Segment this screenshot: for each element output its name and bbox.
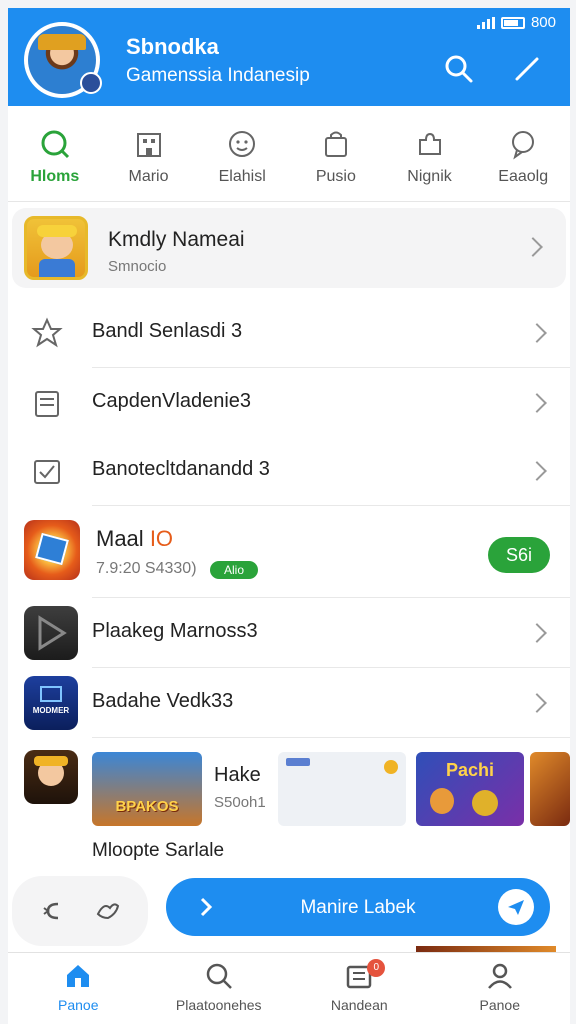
search-icon[interactable] xyxy=(444,54,474,84)
featured-title-accent: IO xyxy=(149,526,174,551)
profile-name: Kmdly Nameai xyxy=(108,228,245,251)
media-caption: Mloopte Sarlale xyxy=(92,840,225,861)
chevron-right-icon xyxy=(523,237,543,257)
list-item[interactable]: Bandl Senlasdi 3 xyxy=(8,298,570,368)
tab-mario[interactable]: Mario xyxy=(102,106,196,201)
checkbox-icon xyxy=(34,460,60,484)
star-icon xyxy=(31,317,63,348)
tab-label: Hloms xyxy=(30,168,80,185)
avatar[interactable] xyxy=(24,22,102,98)
nav-label: Nandean xyxy=(330,997,388,1013)
featured-title: Maal xyxy=(96,526,144,551)
media-thumbnail[interactable]: Pachi xyxy=(416,752,524,826)
list-item-label: CapdenVladenie3 xyxy=(92,390,252,412)
list-item[interactable]: CapdenVladenie3 xyxy=(8,368,570,438)
list-item[interactable]: MODMER Badahe Vedk33 xyxy=(8,668,570,738)
tab-nignik[interactable]: Nignik xyxy=(383,106,477,201)
page-title: Sbnodka xyxy=(126,34,219,59)
bird-icon[interactable] xyxy=(94,896,122,924)
action-left-group xyxy=(12,876,148,946)
list-item-label: Bandl Senlasdi 3 xyxy=(92,320,243,342)
nav-profile[interactable]: Panoe xyxy=(430,953,571,1024)
get-button[interactable]: S6i xyxy=(488,537,550,573)
smiley-icon xyxy=(229,131,256,157)
puzzle-icon xyxy=(418,132,441,155)
game-icon[interactable] xyxy=(24,750,78,804)
tab-home[interactable]: Hloms xyxy=(8,106,102,201)
nav-inbox[interactable]: 0 Nandean xyxy=(289,953,430,1024)
game-icon xyxy=(24,520,80,580)
list-item-label: Banotecltdanandd 3 xyxy=(92,458,270,480)
tab-pusio[interactable]: Pusio xyxy=(289,106,383,201)
media-thumbnail[interactable] xyxy=(530,752,570,826)
back-icon[interactable] xyxy=(40,898,66,924)
chevron-right-icon xyxy=(527,393,547,413)
notebook-icon xyxy=(35,391,59,417)
featured-game-row[interactable]: Maal IO 7.9:20 S4330) Alio S6i xyxy=(8,508,570,598)
game-icon xyxy=(24,606,78,660)
game-avatar-icon xyxy=(24,216,88,280)
primary-action-label: Manire Labek xyxy=(300,897,416,918)
nav-home[interactable]: Panoe xyxy=(8,953,149,1024)
search-icon xyxy=(206,963,232,989)
game-icon: MODMER xyxy=(24,676,78,730)
featured-meta: 7.9:20 S4330) xyxy=(96,560,197,577)
tab-elahisl[interactable]: Elahisl xyxy=(195,106,289,201)
chat-icon xyxy=(512,131,535,160)
search-icon xyxy=(41,130,69,159)
building-icon xyxy=(136,133,161,157)
tab-label: Elahisl xyxy=(218,168,266,185)
primary-action-button[interactable]: Manire Labek xyxy=(166,878,550,936)
app-screen: 800 Sbnodka Gamenssia Indanesip Hloms Ma… xyxy=(8,8,570,1024)
profile-sub: Smnocio xyxy=(108,258,167,275)
list-item[interactable]: Banotecltdanandd 3 xyxy=(8,436,570,506)
profile-card[interactable]: Kmdly Nameai Smnocio xyxy=(12,208,566,288)
nav-label: Panoe xyxy=(479,997,520,1013)
media-thumbnail[interactable]: BPAKOS xyxy=(92,752,202,826)
tab-label: Pusio xyxy=(315,168,356,185)
battery-icon xyxy=(500,16,525,29)
home-icon xyxy=(67,965,90,987)
media-thumbnail[interactable] xyxy=(278,752,406,826)
tab-eaaolg[interactable]: Eaaolg xyxy=(476,106,570,201)
tab-label: Eaaolg xyxy=(498,168,549,185)
chevron-right-icon xyxy=(527,323,547,343)
status-bar: 800 xyxy=(476,14,556,31)
chevron-right-icon xyxy=(527,461,547,481)
nav-label: Plaatoonehes xyxy=(175,997,262,1013)
edit-icon[interactable] xyxy=(512,54,542,84)
featured-tag: Alio xyxy=(210,561,258,579)
send-icon xyxy=(498,889,534,925)
tab-label: Mario xyxy=(128,168,169,185)
nav-label: Panoe xyxy=(58,997,99,1013)
list-item-label: Badahe Vedk33 xyxy=(92,690,234,712)
page-subtitle: Gamenssia Indanesip xyxy=(126,65,310,86)
category-tabs: Hloms Mario Elahisl Pusio Nignik Eaaolg xyxy=(8,106,570,202)
bottom-nav: Panoe Plaatoonehes 0 Nandean Panoe xyxy=(8,952,570,1024)
banner-title: Hake xyxy=(214,764,261,786)
signal-icon xyxy=(476,16,495,29)
nav-search[interactable]: Plaatoonehes xyxy=(149,953,290,1024)
chevron-right-icon xyxy=(527,623,547,643)
user-icon xyxy=(487,963,512,989)
status-time: 800 xyxy=(530,14,556,31)
notification-badge: 0 xyxy=(367,959,386,977)
avatar-badge-icon xyxy=(80,72,102,94)
chevron-right-icon xyxy=(527,693,547,713)
bag-icon xyxy=(324,131,347,157)
list-item[interactable]: Plaakeg Marnoss3 xyxy=(8,598,570,668)
list-item-label: Plaakeg Marnoss3 xyxy=(92,620,258,642)
app-header: 800 Sbnodka Gamenssia Indanesip xyxy=(8,8,570,106)
banner-sub: S50oh1 xyxy=(214,794,266,811)
tab-label: Nignik xyxy=(407,168,452,185)
